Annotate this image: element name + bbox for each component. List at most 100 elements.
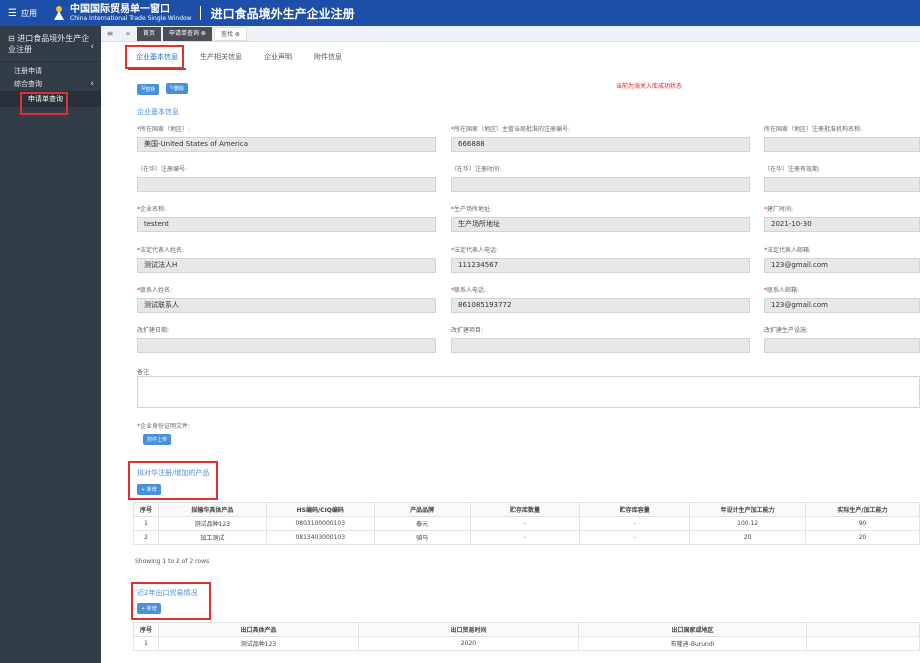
field-input[interactable] [764, 137, 920, 152]
field-label: *所在国家（地区）: [137, 126, 191, 133]
top-bar: ☰ 应用 中国国际贸易单一窗口 China International Trad… [0, 0, 920, 26]
table-row[interactable]: 1 测试品种123 2020 布隆迪-Burundi [133, 636, 920, 651]
table-cell: 20 [689, 530, 807, 545]
table-cell: 100.12 [689, 516, 807, 531]
field-label: （在华）注册有效期: [764, 166, 821, 173]
highlight-box-tab [125, 45, 184, 69]
table-cell: 1 [133, 636, 159, 651]
field-label: *所在国家（地区）主管当局批准的注册编号: [451, 126, 571, 133]
table-cell: 骑马 [373, 530, 471, 545]
sidebar-item-query[interactable]: 综合查询 ‹ [0, 78, 101, 91]
remark-textarea[interactable] [137, 376, 920, 408]
table-row[interactable]: 1 测试品种123 0803100000103 泰元 - -100.12 90 [133, 516, 920, 531]
tab-view[interactable]: 查找 ⊗ [213, 26, 247, 41]
double-chevron-left-icon[interactable]: « [119, 29, 137, 38]
field-input[interactable]: 美国-United States of America [137, 137, 436, 152]
tab-home[interactable]: 首页 [137, 26, 162, 41]
field-label: （在华）注册时间: [451, 166, 502, 173]
field-input[interactable]: 123@gmail.com [764, 258, 920, 273]
table-header-cell-empty [806, 622, 920, 637]
field-label: *建厂时间: [764, 206, 794, 213]
highlight-box-products [128, 461, 218, 500]
remark-label: 备注 [137, 369, 150, 376]
status-text: 当前为海关入库成功状态 [616, 83, 683, 90]
table-cell: 90 [805, 516, 920, 531]
field-label: *联系人姓名: [137, 287, 173, 294]
tab-declaration[interactable]: 企业声明 [256, 46, 300, 70]
app-title: 进口食品境外生产企业注册 [210, 6, 355, 21]
title-divider [199, 6, 201, 20]
table-cell: 0803100000103 [265, 516, 375, 531]
field-input[interactable] [451, 177, 750, 192]
products-table: 序号 拟输华具体产品 HS编码/CIQ编码 产品品牌 贮存库数量 贮存库容量 年设计生产加工… [133, 502, 920, 545]
field-label: *法定代表人电话: [451, 247, 499, 254]
field-input[interactable] [137, 177, 436, 192]
single-window-logo-icon [54, 6, 64, 20]
chevron-left-icon: ‹ [90, 79, 94, 89]
field-label: 改扩建项目: [451, 327, 484, 334]
field-input[interactable] [764, 177, 920, 192]
field-input[interactable]: 2021-10-30 [764, 217, 920, 232]
field-label: *联系人邮箱: [764, 287, 800, 294]
sidebar: ⊟ 进口食品境外生产企业注册 ‹ 注册申请 综合查询 ‹ 申请单查询 [0, 26, 101, 663]
table-cell: - [579, 530, 691, 545]
highlight-box-trade [131, 582, 211, 620]
id-file-label: *企业身份证明文件: [137, 423, 191, 430]
field-input[interactable] [451, 338, 750, 353]
table-cell: 布隆迪-Burundi [578, 636, 807, 651]
action-buttons: 🖫 暂存 ↻ 删除 [137, 82, 189, 95]
field-label: *法定代表人姓名: [137, 247, 185, 254]
app-menu-button[interactable]: ☰ 应用 [0, 8, 52, 19]
table-cell: 2 [133, 530, 159, 545]
table-cell: 测试品种123 [158, 636, 359, 651]
table-header-cell: 年设计生产加工能力 [689, 502, 807, 517]
table-cell: 加工测试 [157, 530, 267, 545]
save-button[interactable]: 🖫 暂存 [137, 83, 160, 95]
brand-en: China International Trade Single Window [70, 14, 192, 22]
table-header-cell: 贮存库数量 [469, 502, 581, 517]
menu-icon: ☰ [8, 7, 17, 19]
field-label: 改扩建生产设施: [764, 327, 809, 334]
tab-application-query[interactable]: 申请单查询 ⊗ [163, 26, 212, 41]
table-cell: 1 [133, 516, 159, 531]
field-input[interactable]: 生产场所地址 [451, 217, 750, 232]
table-cell: 2020 [358, 636, 579, 651]
tab-bar: ≡ « 首页 申请单查询 ⊗ 查找 ⊗ [101, 26, 920, 42]
table-cell: 测试品种123 [157, 516, 267, 531]
table-cell: - [579, 516, 691, 531]
table-header-cell: 出口国家或地区 [578, 622, 807, 637]
tab-attachments[interactable]: 附件信息 [306, 46, 350, 70]
sidebar-item-register[interactable]: 注册申请 [0, 65, 101, 78]
brand-cn: 中国国际贸易单一窗口 [70, 3, 170, 15]
chevron-left-icon: ‹ [90, 42, 94, 52]
field-input[interactable]: 测试联系人 [137, 298, 436, 313]
table-cell: - [469, 530, 581, 545]
table-cell: 泰元 [373, 516, 471, 531]
table-row[interactable]: 2 加工测试 0813403000103 骑马 - -20 20 [133, 530, 920, 545]
field-input[interactable]: 123@gmail.com [764, 298, 920, 313]
table-header-cell: 序号 [133, 622, 159, 637]
table-header-cell: 拟输华具体产品 [157, 502, 267, 517]
highlight-box-sidebar [20, 92, 68, 115]
field-label: *联系人电话: [451, 287, 487, 294]
table-header-cell: 出口贸易时间 [358, 622, 579, 637]
delete-button[interactable]: ↻ 删除 [165, 82, 189, 94]
table-header-cell: 产品品牌 [373, 502, 471, 517]
table-header-cell: 序号 [133, 502, 159, 517]
tab-production-info[interactable]: 生产相关信息 [192, 46, 250, 70]
sidebar-header-icon: ⊟ [8, 34, 18, 43]
field-input[interactable]: 111234567 [451, 258, 750, 273]
field-input[interactable] [137, 338, 436, 353]
table-cell: 0813403000103 [265, 530, 375, 545]
sidebar-header[interactable]: ⊟ 进口食品境外生产企业注册 ‹ [0, 26, 101, 62]
field-input[interactable]: 861085193772 [451, 298, 750, 313]
field-label: *生产场所地址: [451, 206, 493, 213]
field-input[interactable] [764, 338, 920, 353]
field-input[interactable]: testent [137, 217, 436, 232]
section-title-basic: 企业基本信息 [137, 108, 179, 116]
field-input[interactable]: 666888 [451, 137, 750, 152]
menu-toggle-icon[interactable]: ≡ [101, 29, 119, 38]
upload-button[interactable]: 附件上传 [143, 434, 172, 445]
field-input[interactable]: 测试法人H [137, 258, 436, 273]
products-pagination-text: Showing 1 to 2 of 2 rows [135, 558, 210, 565]
